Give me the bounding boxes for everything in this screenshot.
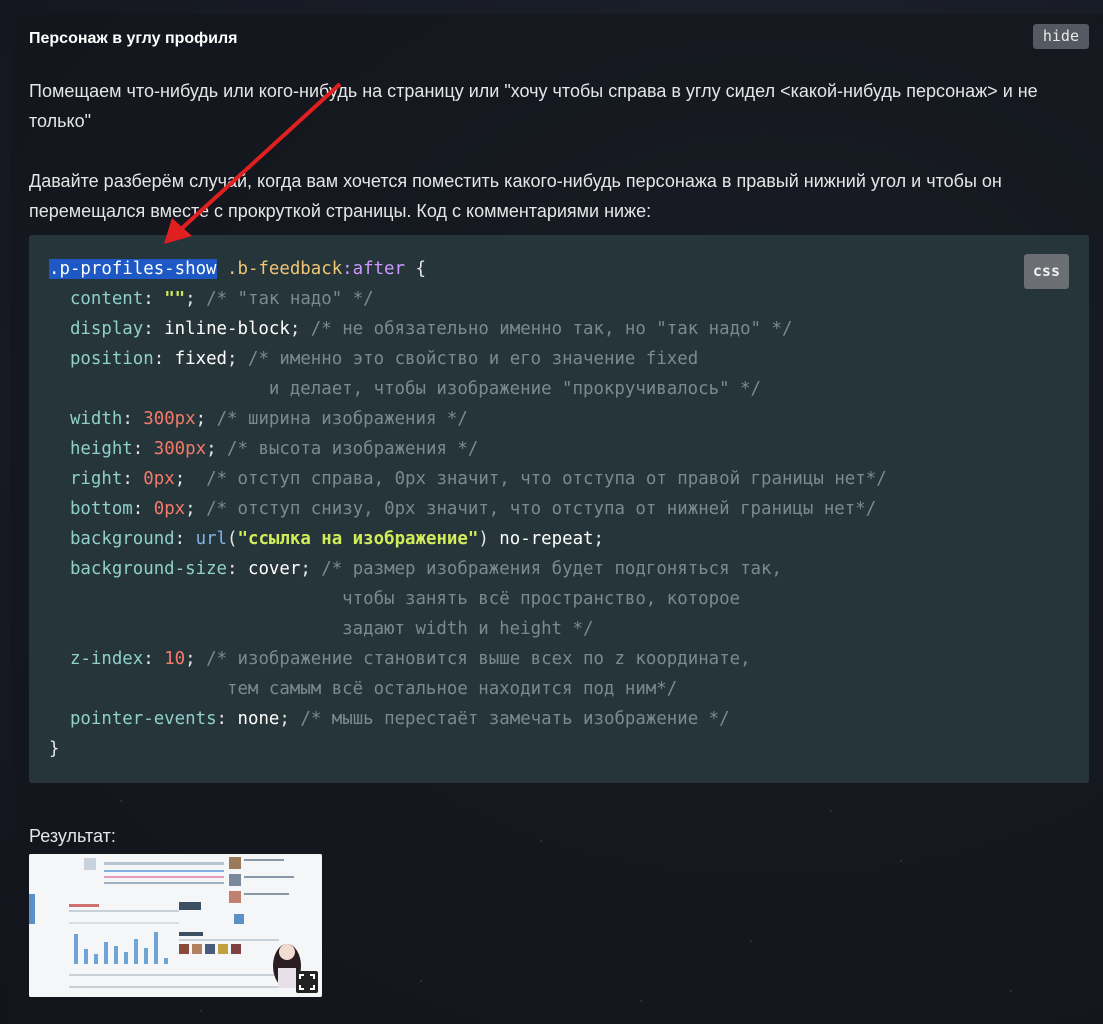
red-arrow-annotation [164, 82, 342, 244]
